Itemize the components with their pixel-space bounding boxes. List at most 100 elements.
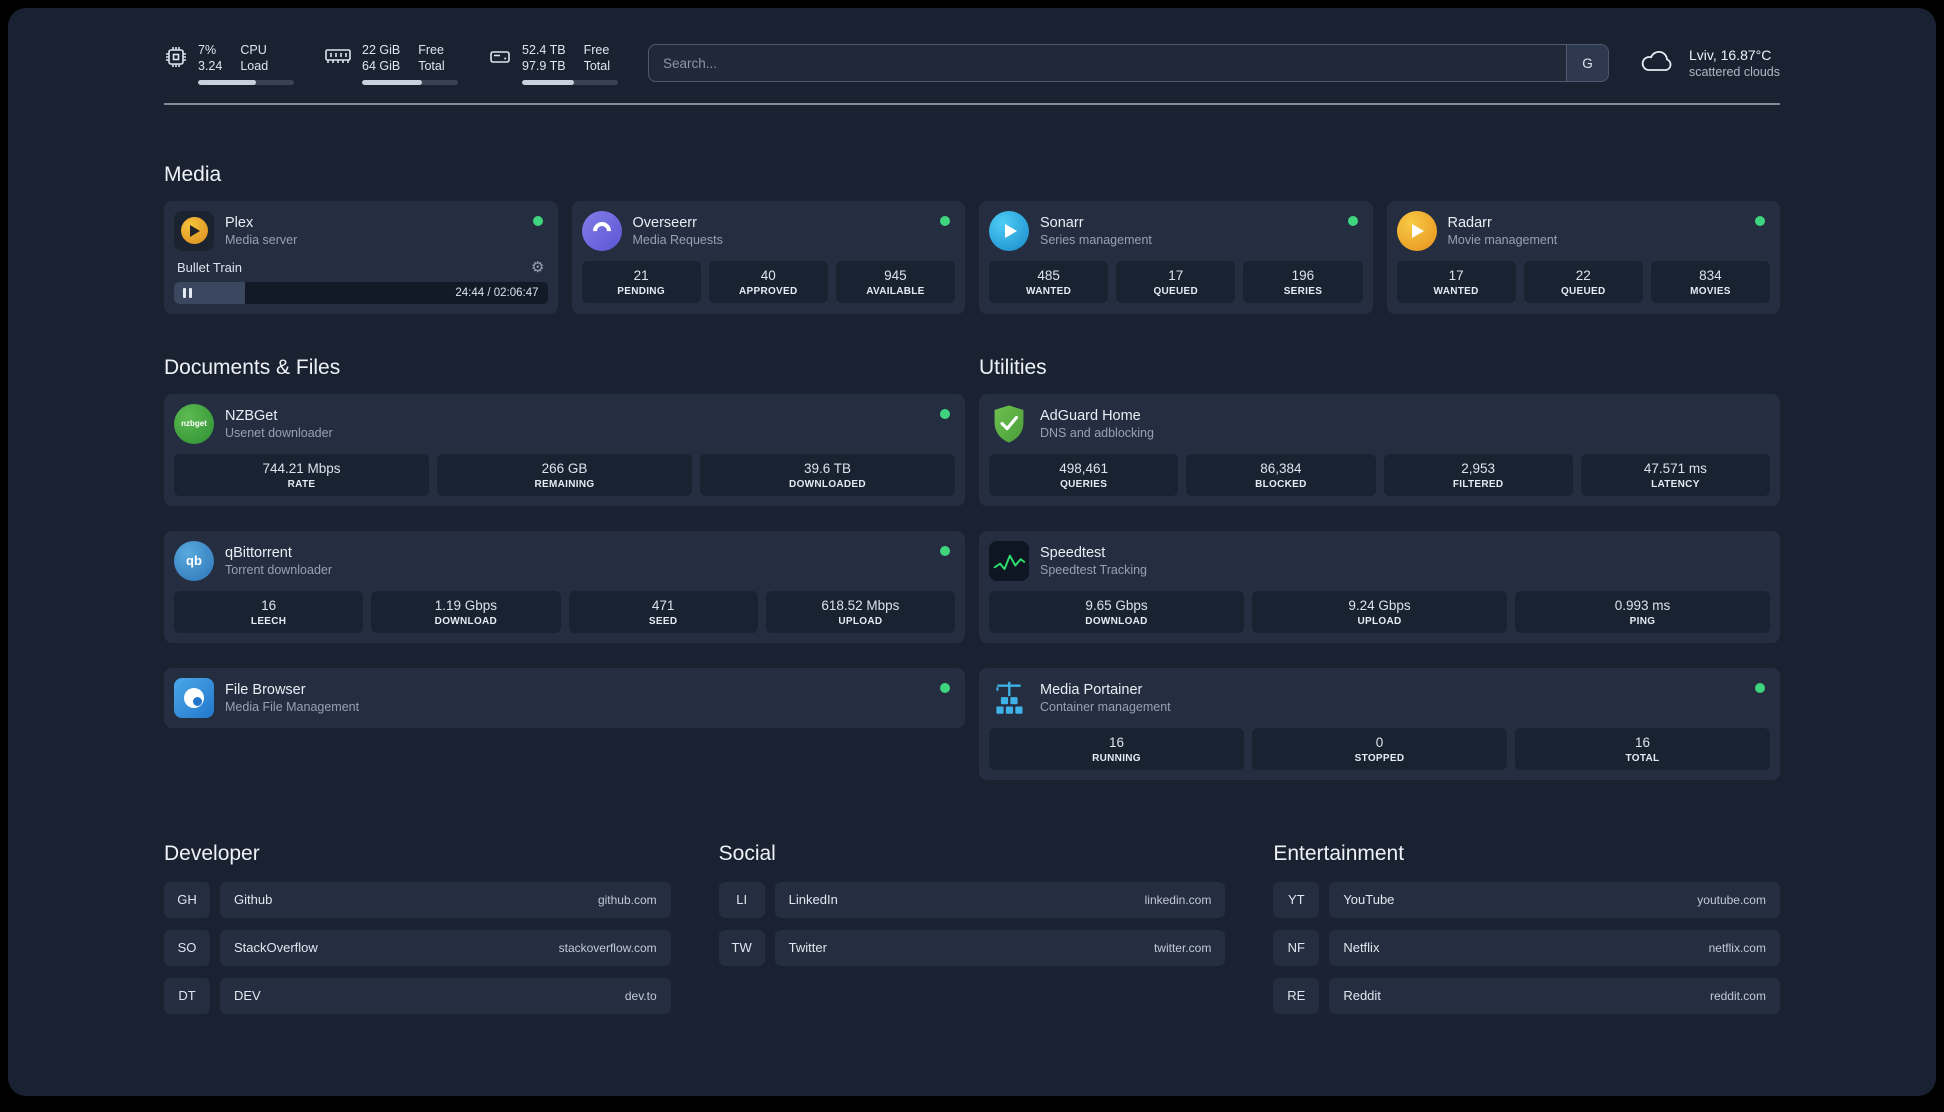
memory-total-label: Total: [418, 59, 445, 74]
memory-free-label: Free: [418, 43, 444, 57]
service-desc: Media Requests: [632, 232, 723, 247]
bookmark-abbr: SO: [164, 929, 210, 966]
bookmark-name: Reddit: [1343, 988, 1381, 1003]
stat-value: 485: [1037, 267, 1060, 283]
section-title-developer: Developer: [164, 841, 260, 865]
bookmark-domain: twitter.com: [1153, 940, 1212, 955]
stat-value: 16: [1634, 734, 1651, 750]
stat-value: 86,384: [1260, 460, 1302, 476]
bookmark-row: TW Twitter twitter.com: [718, 929, 1226, 966]
filebrowser-link[interactable]: File Browser Media File Management: [174, 677, 955, 718]
service-card-overseerr: Overseerr Media Requests 21 PENDING 40 A…: [571, 200, 965, 314]
stat-value: 744.21 Mbps: [262, 460, 341, 476]
service-card-filebrowser: File Browser Media File Management: [164, 667, 965, 728]
pause-icon[interactable]: [183, 287, 192, 298]
section-title-entertainment: Entertainment: [1273, 841, 1405, 865]
bookmark-row: GH Github github.com: [164, 881, 671, 918]
stat-tile: 498,461 QUERIES: [989, 453, 1179, 496]
stat-value: 266 GB: [541, 460, 588, 476]
disk-widget: 52.4 TB 97.9 TB Free Total: [488, 42, 618, 85]
search-provider-button[interactable]: G: [1565, 45, 1608, 82]
bookmark-abbr: NF: [1273, 929, 1320, 966]
stat-label: SEED: [648, 615, 678, 627]
overseerr-link[interactable]: Overseerr Media Requests: [581, 210, 956, 251]
status-dot: [1347, 215, 1358, 226]
bookmark-row: LI LinkedIn linkedin.com: [718, 881, 1226, 918]
stat-label: REMAINING: [534, 478, 595, 490]
stat-label: DOWNLOAD: [434, 615, 498, 627]
weather-location: Lviv, 16.87°C: [1688, 47, 1772, 64]
stat-value: 39.6 TB: [803, 460, 852, 476]
bookmark-row: RE Reddit reddit.com: [1273, 977, 1780, 1014]
service-desc: Usenet downloader: [225, 425, 333, 440]
bookmark-name: LinkedIn: [788, 892, 838, 907]
stat-value: 471: [651, 597, 675, 613]
portainer-link[interactable]: Media Portainer Container management: [989, 678, 1770, 718]
memory-progress-fill: [362, 79, 423, 85]
sonarr-link[interactable]: Sonarr Series management: [989, 210, 1363, 251]
bookmark-link-github[interactable]: Github github.com: [220, 881, 671, 918]
speedtest-link[interactable]: Speedtest Speedtest Tracking: [989, 540, 1770, 581]
stat-tile: 471 SEED: [568, 590, 758, 633]
stat-value: 22: [1575, 267, 1591, 283]
stat-label: QUEUED: [1560, 285, 1606, 297]
service-desc: Media File Management: [225, 699, 360, 714]
plex-link[interactable]: Plex Media server: [174, 210, 548, 251]
radarr-link[interactable]: Radarr Movie management: [1396, 210, 1771, 251]
stat-value: 21: [633, 267, 649, 283]
stat-tile: 16 RUNNING: [989, 727, 1244, 770]
bookmark-link-stackoverflow[interactable]: StackOverflow stackoverflow.com: [220, 929, 671, 966]
now-playing-title: Bullet Train: [177, 259, 243, 275]
disk-free-value: 52.4 TB: [522, 43, 566, 57]
bookmark-link-reddit[interactable]: Reddit reddit.com: [1329, 977, 1780, 1014]
service-name: Speedtest: [1040, 544, 1106, 561]
stat-label: DOWNLOAD: [1085, 615, 1148, 627]
stat-tile: 16 TOTAL: [1515, 727, 1770, 770]
stat-label: FILTERED: [1452, 478, 1504, 490]
bookmark-name: Twitter: [788, 940, 827, 955]
service-name: AdGuard Home: [1040, 407, 1141, 424]
bookmark-group-social: Social LI LinkedIn linkedin.com TW Twitt…: [718, 842, 1226, 1014]
nzbget-icon: nzbget: [174, 403, 214, 444]
bookmark-link-linkedin[interactable]: LinkedIn linkedin.com: [774, 881, 1226, 918]
service-name: Media Portainer: [1040, 681, 1143, 698]
qbittorrent-link[interactable]: qb qBittorrent Torrent downloader: [174, 540, 955, 581]
service-card-portainer: Media Portainer Container management 16 …: [979, 667, 1780, 780]
bookmark-row: YT YouTube youtube.com: [1273, 881, 1780, 918]
qbittorrent-icon: qb: [174, 540, 214, 581]
stat-label: DOWNLOADED: [789, 478, 866, 490]
stat-value: 17: [1448, 267, 1464, 283]
search-input[interactable]: [649, 55, 1566, 71]
stat-label: TOTAL: [1625, 752, 1660, 764]
cpu-progress-fill: [198, 79, 256, 85]
stat-label: LEECH: [250, 615, 287, 627]
cpu-progress-track: [198, 79, 294, 85]
cpu-usage-value: 7%: [198, 43, 217, 57]
nzbget-link[interactable]: nzbget NZBGet Usenet downloader: [174, 403, 955, 444]
bookmark-abbr: YT: [1273, 881, 1320, 918]
bookmark-link-youtube[interactable]: YouTube youtube.com: [1329, 881, 1780, 918]
cpu-load-value: 3.24: [198, 59, 223, 74]
bookmark-row: DT DEV dev.to: [164, 977, 671, 1014]
gear-icon[interactable]: ⚙: [531, 260, 544, 275]
stat-tile: 1.19 Gbps DOWNLOAD: [371, 590, 561, 633]
stat-value: 16: [1108, 734, 1125, 750]
stat-value: 40: [760, 267, 776, 283]
bookmark-link-twitter[interactable]: Twitter twitter.com: [774, 929, 1226, 966]
section-title-documents: Documents & Files: [164, 355, 341, 379]
bookmark-link-dev[interactable]: DEV dev.to: [220, 977, 671, 1014]
status-dot: [940, 215, 950, 226]
stat-tile: 16 LEECH: [174, 590, 364, 633]
stat-value: 0.993 ms: [1614, 597, 1671, 613]
status-dot: [532, 215, 543, 226]
bookmark-group-entertainment: Entertainment YT YouTube youtube.com NF …: [1273, 842, 1780, 1014]
stat-value: 945: [884, 267, 907, 283]
stat-value: 17: [1168, 267, 1184, 283]
bookmark-link-netflix[interactable]: Netflix netflix.com: [1329, 929, 1780, 966]
bookmark-domain: netflix.com: [1708, 940, 1766, 955]
adguard-link[interactable]: AdGuard Home DNS and adblocking: [989, 404, 1770, 444]
stat-label: RATE: [287, 478, 316, 490]
disk-progress-track: [522, 79, 618, 85]
stat-label: RUNNING: [1092, 752, 1141, 764]
stat-label: LATENCY: [1651, 478, 1700, 490]
